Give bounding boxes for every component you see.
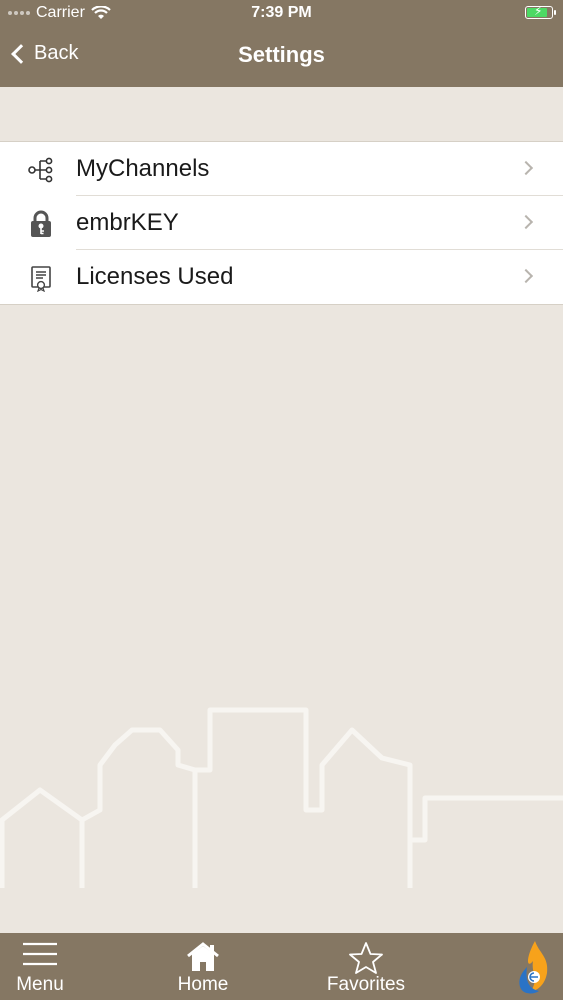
star-icon [349, 942, 383, 974]
settings-item-label: embrKEY [76, 209, 179, 236]
nav-bar: Back Settings [0, 28, 563, 87]
app-logo [508, 933, 558, 1000]
tab-favorites[interactable]: Favorites [316, 933, 416, 1000]
top-bar: Carrier 7:39 PM ⚡ Back Settings [0, 0, 563, 87]
flame-logo-icon [519, 941, 548, 994]
status-bar: Carrier 7:39 PM ⚡ [0, 0, 563, 28]
settings-item-embrkey[interactable]: embrKEY [0, 196, 563, 250]
tab-menu[interactable]: Menu [0, 933, 80, 1000]
settings-list: MyChannels embrKEY Licenses Used [0, 141, 563, 305]
status-time: 7:39 PM [251, 4, 312, 21]
settings-item-label: Licenses Used [76, 263, 234, 290]
hamburger-icon [23, 942, 57, 966]
chevron-right-icon [518, 268, 534, 284]
tab-label: Menu [16, 974, 64, 995]
tab-label: Home [177, 974, 229, 995]
channels-icon [28, 157, 53, 183]
settings-item-licenses-used[interactable]: Licenses Used [0, 250, 563, 304]
settings-item-label: MyChannels [76, 155, 210, 182]
tab-label: Favorites [326, 974, 406, 995]
home-icon [187, 942, 219, 971]
tab-bar: Menu Home Favorites [0, 933, 563, 1000]
chevron-right-icon [518, 214, 534, 230]
tab-home[interactable]: Home [163, 933, 243, 1000]
skyline-illustration [0, 707, 563, 888]
page-title: Settings [238, 42, 325, 67]
battery-icon: ⚡ [525, 4, 556, 19]
chevron-right-icon [518, 160, 534, 176]
settings-item-mychannels[interactable]: MyChannels [0, 142, 563, 196]
certificate-icon [31, 266, 51, 292]
key-lock-icon [31, 210, 51, 237]
